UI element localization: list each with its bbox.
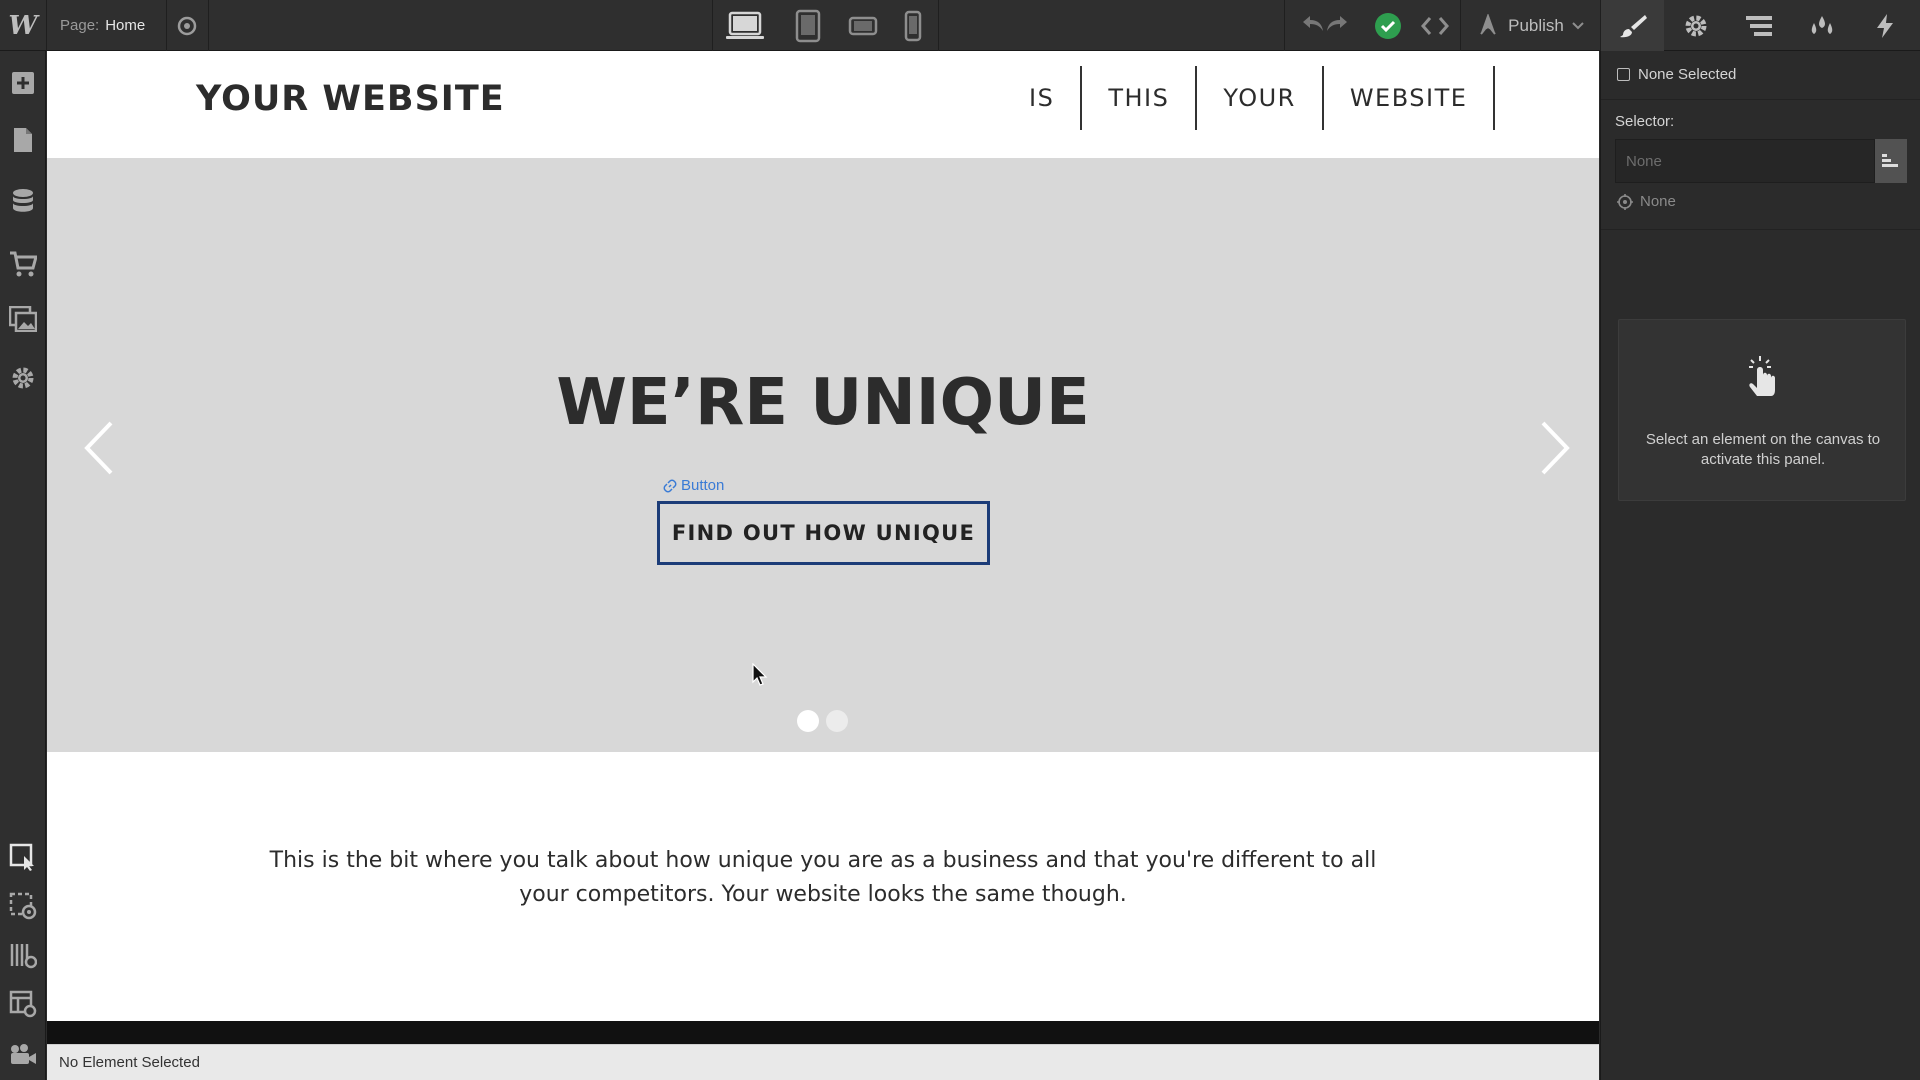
webflow-logo[interactable]: W <box>0 0 46 51</box>
page-name: Home <box>105 17 146 34</box>
ecommerce-cart-icon[interactable] <box>0 241 46 287</box>
landscape-view-icon[interactable] <box>840 0 886 51</box>
rocket-icon <box>1480 13 1496 35</box>
tablet-view-icon[interactable] <box>785 0 831 51</box>
site-brand[interactable]: YOUR WEBSITE <box>196 79 505 119</box>
mobile-view-icon[interactable] <box>890 0 936 51</box>
style-panel-brush-icon[interactable] <box>1601 0 1664 51</box>
status-bar: No Element Selected <box>47 1044 1599 1080</box>
project-settings-gear-icon[interactable] <box>0 355 46 401</box>
design-canvas[interactable]: YOUR WEBSITE IS THIS YOUR WEBSITE WE’RE … <box>47 51 1599 1044</box>
link-icon <box>663 479 677 492</box>
tap-hand-icon <box>1743 354 1779 405</box>
target-icon <box>1617 193 1633 210</box>
assets-images-icon[interactable] <box>0 296 46 342</box>
left-toolbar <box>0 51 46 1080</box>
selector-menu-icon[interactable] <box>1875 139 1907 183</box>
layout-preview-icon[interactable] <box>0 981 46 1027</box>
mouse-cursor-icon <box>752 662 768 692</box>
nav-link-website[interactable]: WEBSITE <box>1324 66 1496 130</box>
hero-slider[interactable]: WE’RE UNIQUE Button FIND OUT HOW UNIQUE <box>47 158 1599 752</box>
empty-panel-message: Select an element on the canvas to activ… <box>1645 431 1881 468</box>
preview-outline-icon[interactable] <box>0 883 46 929</box>
element-type-label: Button <box>681 477 725 494</box>
nav-link-is[interactable]: IS <box>1003 66 1083 130</box>
saved-status-check-icon[interactable] <box>1366 0 1410 51</box>
slider-dots <box>797 710 848 732</box>
selection-state: None Selected <box>1617 66 1736 83</box>
cta-button[interactable]: FIND OUT HOW UNIQUE <box>657 501 990 565</box>
status-text: No Element Selected <box>59 1054 200 1071</box>
select-mode-cursor-icon[interactable] <box>0 834 46 880</box>
code-export-icon[interactable] <box>1410 0 1460 51</box>
slider-dot-1[interactable] <box>797 710 819 732</box>
add-element-icon[interactable] <box>0 60 46 106</box>
nav-link-your[interactable]: YOUR <box>1197 66 1324 130</box>
undo-icon[interactable] <box>1301 13 1325 38</box>
redo-icon[interactable] <box>1325 13 1349 38</box>
desktop-view-icon[interactable] <box>722 0 768 51</box>
selector-label: Selector: <box>1615 113 1675 130</box>
video-tutorials-icon[interactable] <box>0 1031 46 1077</box>
preview-eye-icon[interactable] <box>166 0 208 51</box>
cms-database-icon[interactable] <box>0 178 46 224</box>
inheritance-indicator: None <box>1617 193 1676 210</box>
slider-dot-2[interactable] <box>826 710 848 732</box>
selector-input[interactable]: None <box>1615 139 1875 183</box>
publish-label: Publish <box>1508 15 1564 35</box>
page-label: Page: <box>60 17 100 34</box>
intro-paragraph[interactable]: This is the bit where you talk about how… <box>247 844 1399 912</box>
style-panel: None Selected Selector: None None Select… <box>1600 51 1920 1080</box>
site-header[interactable]: YOUR WEBSITE IS THIS YOUR WEBSITE <box>47 51 1599 158</box>
hero-title[interactable]: WE’RE UNIQUE <box>47 366 1599 440</box>
settings-gear-icon[interactable] <box>1664 0 1727 51</box>
undo-redo-group <box>1284 0 1366 51</box>
empty-panel-card: Select an element on the canvas to activ… <box>1618 319 1906 501</box>
selection-checkbox[interactable] <box>1617 68 1630 81</box>
style-manager-drops-icon[interactable] <box>1790 0 1853 51</box>
site-nav[interactable]: IS THIS YOUR WEBSITE <box>1003 66 1496 130</box>
selection-label: None Selected <box>1638 66 1737 83</box>
top-toolbar: W Page: Home Publish <box>0 0 1920 51</box>
site-footer[interactable] <box>47 1021 1599 1044</box>
pages-icon[interactable] <box>0 117 46 163</box>
grid-overlay-icon[interactable] <box>0 932 46 978</box>
page-selector[interactable]: Page: Home <box>46 0 166 51</box>
chevron-down-icon <box>1572 21 1584 29</box>
slider-next-arrow-icon[interactable] <box>1533 418 1577 478</box>
nav-link-this[interactable]: THIS <box>1082 66 1198 130</box>
interactions-bolt-icon[interactable] <box>1853 0 1916 51</box>
slider-prev-arrow-icon[interactable] <box>77 418 121 478</box>
publish-button[interactable]: Publish <box>1460 0 1600 51</box>
navigator-icon[interactable] <box>1727 0 1790 51</box>
inheritance-label: None <box>1640 193 1676 210</box>
element-type-tag: Button <box>663 477 724 494</box>
